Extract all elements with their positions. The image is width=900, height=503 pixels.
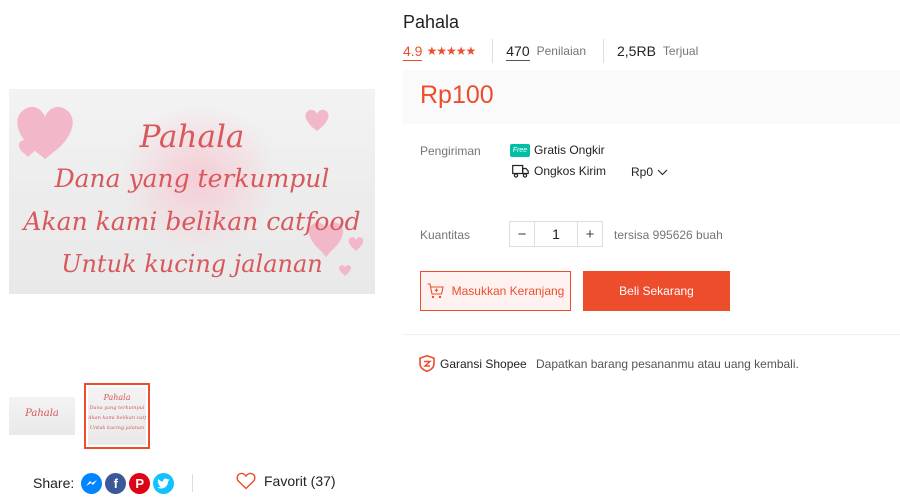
thumbnail-2-line-3: Akan kami belikan catfood: [88, 415, 146, 421]
quantity-input[interactable]: 1: [534, 222, 578, 246]
thumbnail-1-title: Pahala: [25, 408, 59, 419]
shipping-cost: Ongkos Kirim: [512, 164, 606, 178]
twitter-icon[interactable]: [153, 472, 175, 494]
shipping-cost-value: Rp0: [631, 165, 654, 179]
stock-remaining: tersisa 995626 buah: [614, 228, 723, 242]
share-label: Share:: [33, 475, 75, 491]
heart-outline-icon: [236, 472, 256, 490]
product-title: Pahala: [403, 12, 460, 32]
quantity-label: Kuantitas: [420, 228, 471, 242]
thumbnail-2-image: Pahala Dana yang terkumpul Akan kami bel…: [88, 387, 146, 445]
quantity-stepper: − 1 +: [509, 221, 603, 247]
buy-now-button[interactable]: Beli Sekarang: [583, 271, 730, 311]
share-divider: [192, 474, 193, 492]
add-to-cart-label: Masukkan Keranjang: [451, 284, 565, 298]
shopee-guarantee[interactable]: Garansi Shopee: [419, 355, 527, 372]
chevron-down-icon: [657, 169, 668, 175]
guarantee-description: Dapatkan barang pesananmu atau uang kemb…: [536, 357, 799, 371]
shipping-cost-dropdown[interactable]: Rp0: [631, 165, 668, 179]
product-gallery: Pahala Dana yang terkumpul Akan kami bel…: [0, 0, 385, 503]
banner-line-4: Untuk kucing jalanan: [61, 250, 323, 278]
guarantee-label: Garansi Shopee: [440, 356, 527, 371]
banner-line-1: Pahala: [139, 119, 245, 155]
thumbnail-1[interactable]: Pahala: [9, 397, 75, 435]
free-shipping-label: Gratis Ongkir: [534, 143, 605, 157]
thumbnail-2-line-1: Pahala: [103, 393, 131, 402]
quantity-decrease-button[interactable]: −: [510, 222, 534, 246]
thumbnail-2-line-2: Dana yang terkumpul: [89, 405, 145, 411]
quantity-increase-button[interactable]: +: [578, 222, 602, 246]
shield-icon: [419, 355, 435, 372]
cart-plus-icon: [427, 283, 444, 299]
pinterest-icon[interactable]: P: [129, 472, 151, 494]
free-shipping-icon: Free: [510, 143, 530, 157]
buy-now-label: Beli Sekarang: [619, 284, 694, 298]
rating-value[interactable]: 4.9: [403, 42, 423, 61]
favorite-label: Favorit (37): [264, 473, 336, 489]
shipping-label: Pengiriman: [420, 144, 481, 158]
section-divider: [403, 334, 900, 335]
reviews-label: Penilaian: [536, 44, 586, 58]
product-stats: 4.9 ★★★★★ 470 Penilaian 2,5RB Terjual: [403, 39, 699, 63]
messenger-icon[interactable]: [81, 472, 103, 494]
free-shipping: Free Gratis Ongkir: [510, 143, 605, 157]
product-price: Rp100: [420, 81, 494, 109]
sold-count: 2,5RB: [617, 43, 656, 59]
banner-line-2: Dana yang terkumpul: [54, 164, 330, 193]
main-product-image[interactable]: Pahala Dana yang terkumpul Akan kami bel…: [9, 89, 375, 294]
shipping-cost-label: Ongkos Kirim: [534, 164, 607, 178]
facebook-icon[interactable]: f: [105, 472, 127, 494]
price-section: Rp100: [403, 70, 900, 124]
share-row: Share: f P: [33, 472, 175, 494]
stats-divider: [603, 39, 604, 63]
rating-stars-icon: ★★★★★: [426, 44, 476, 58]
sold-label: Terjual: [662, 44, 699, 58]
banner-line-3: Akan kami belikan catfood: [23, 207, 361, 236]
thumbnail-2-line-4: Untuk kucing jalanan: [89, 425, 145, 431]
stats-divider: [492, 39, 494, 63]
thumbnail-2-selected[interactable]: Pahala Dana yang terkumpul Akan kami bel…: [84, 383, 150, 449]
favorite-button[interactable]: Favorit (37): [236, 472, 336, 490]
add-to-cart-button[interactable]: Masukkan Keranjang: [420, 271, 571, 311]
reviews-count[interactable]: 470: [506, 42, 530, 61]
truck-icon: [512, 164, 529, 178]
